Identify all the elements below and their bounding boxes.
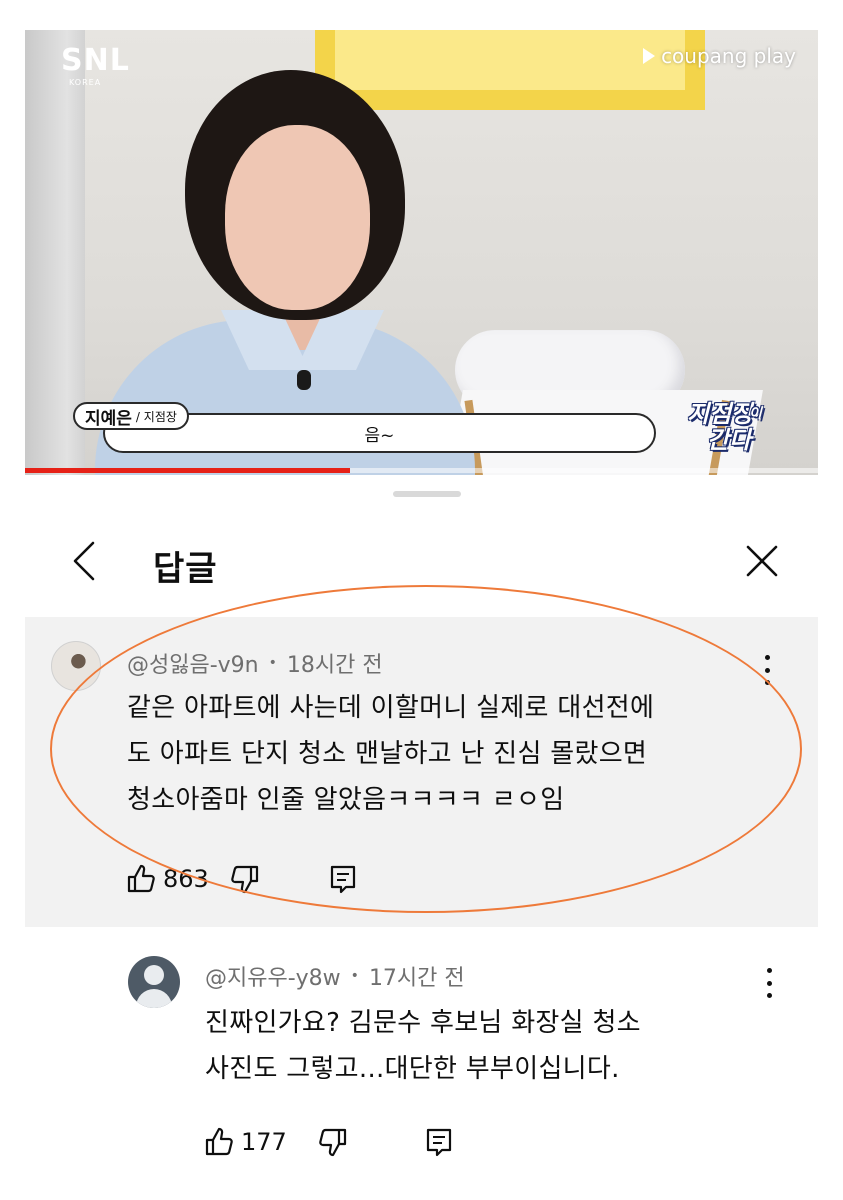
thumbs-up-icon[interactable] xyxy=(203,1126,235,1158)
sheet-header: 답글 xyxy=(25,527,818,607)
platform-name: coupang play xyxy=(661,44,796,68)
snl-logo: SNL xyxy=(61,43,130,78)
show-logo-small: 이 xyxy=(749,406,762,422)
video-progress-bar[interactable] xyxy=(25,468,818,473)
comment-author[interactable]: @성잃음-v9n xyxy=(127,647,259,679)
play-icon xyxy=(643,48,656,64)
avatar[interactable] xyxy=(51,641,101,691)
thumbs-down-icon[interactable] xyxy=(229,863,261,895)
more-options-icon[interactable] xyxy=(763,655,771,685)
thumbs-down-icon[interactable] xyxy=(317,1126,349,1158)
meta-separator: • xyxy=(268,655,277,671)
like-count: 177 xyxy=(241,1128,287,1156)
comment-author[interactable]: @지유우-y8w xyxy=(205,960,341,992)
avatar[interactable] xyxy=(128,956,180,1008)
comment-time: 17시간 전 xyxy=(368,966,465,991)
coupang-play-logo: coupang play xyxy=(643,44,796,68)
comment-item: @성잃음-v9n • 18시간 전 같은 아파트에 사는데 이할머니 실제로 대… xyxy=(25,617,818,927)
comment-line: 도 아파트 단지 청소 맨날하고 난 진심 몰랐으면 xyxy=(127,739,648,769)
comment-text: 같은 아파트에 사는데 이할머니 실제로 대선전에 도 아파트 단지 청소 맨날… xyxy=(127,685,654,823)
show-logo-line2: 간다 xyxy=(707,426,752,454)
close-button[interactable] xyxy=(740,539,784,583)
comment-meta: @성잃음-v9n • 18시간 전 xyxy=(127,647,383,679)
back-button[interactable] xyxy=(65,539,105,583)
name-tag-name: 지예은 xyxy=(85,408,132,429)
chevron-left-icon xyxy=(73,541,95,581)
snl-logo-sub: KOREA xyxy=(69,78,102,87)
comment-actions: 177 xyxy=(203,1126,455,1158)
like-count: 863 xyxy=(163,865,209,893)
name-tag-role: / 지점장 xyxy=(135,409,177,424)
comment-line: 같은 아파트에 사는데 이할머니 실제로 대선전에 xyxy=(127,693,655,723)
name-tag: 지예은 / 지점장 xyxy=(73,402,189,430)
comment-line: 사진도 그렇고...대단한 부부이십니다. xyxy=(205,1054,620,1084)
drag-handle[interactable] xyxy=(393,491,461,497)
close-icon xyxy=(746,545,778,577)
thumbs-up-icon[interactable] xyxy=(125,863,157,895)
comment-time: 18시간 전 xyxy=(286,653,383,678)
sheet-title: 답글 xyxy=(153,549,218,589)
comment-actions: 863 xyxy=(125,863,359,895)
comment-line: 청소아줌마 인줄 알았음ㅋㅋㅋㅋ ㄹㅇ임 xyxy=(127,785,565,815)
comment-text: 진짜인가요? 김문수 후보님 화장실 청소 사진도 그렇고...대단한 부부이십… xyxy=(205,1000,641,1092)
reply-icon[interactable] xyxy=(327,863,359,895)
lapel-mic-icon xyxy=(297,370,311,390)
video-progress-fill xyxy=(25,468,351,473)
show-logo: 지점장 이 간다 xyxy=(687,402,783,464)
show-logo-line1: 지점장 xyxy=(687,400,754,428)
comment-line: 진짜인가요? 김문수 후보님 화장실 청소 xyxy=(205,1008,641,1038)
comment-meta: @지유우-y8w • 17시간 전 xyxy=(205,960,465,992)
more-options-icon[interactable] xyxy=(765,968,773,998)
reply-icon[interactable] xyxy=(423,1126,455,1158)
meta-separator: • xyxy=(350,968,359,984)
video-player[interactable]: SNL KOREA coupang play 지예은 / 지점장 음~ 지점장 … xyxy=(25,30,818,475)
